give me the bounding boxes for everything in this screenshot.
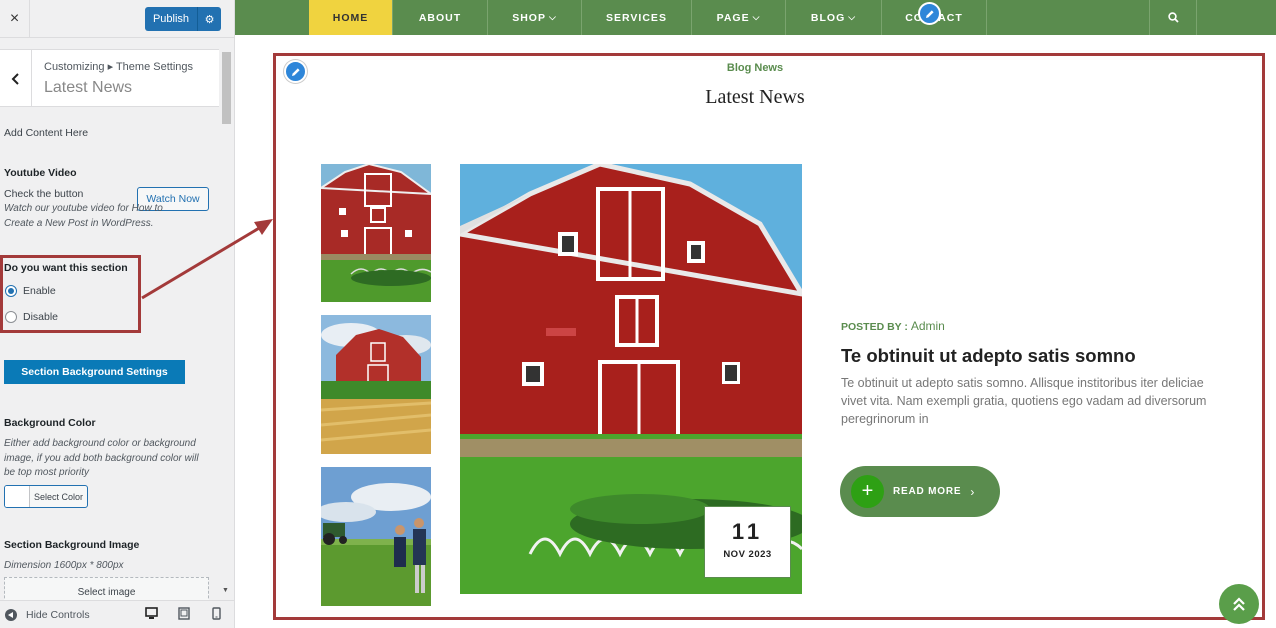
- nav-home[interactable]: HOME: [309, 0, 393, 35]
- customizer-footer: Hide Controls: [0, 600, 234, 628]
- post-date-month: NOV 2023: [723, 549, 772, 560]
- section-background-settings-button[interactable]: Section Background Settings: [4, 360, 185, 384]
- farmers-image: [321, 467, 431, 606]
- plus-icon: +: [851, 475, 884, 508]
- gear-icon: ⚙: [204, 13, 215, 26]
- select-color-label: Select Color: [34, 491, 84, 502]
- barn-field-image: [321, 315, 431, 454]
- scroll-to-top-button[interactable]: [1219, 584, 1259, 624]
- read-more-label: READ MORE: [893, 486, 962, 497]
- highlight-annotation-box: [0, 255, 141, 333]
- search-button[interactable]: [1149, 0, 1197, 35]
- close-customizer-button[interactable]: ×: [0, 0, 30, 38]
- search-icon: [1167, 12, 1179, 23]
- post-author-link[interactable]: Admin: [911, 319, 945, 333]
- desktop-icon[interactable]: [145, 607, 158, 620]
- publish-settings-button[interactable]: ⚙: [197, 7, 221, 31]
- customizer-header: × Publish ⚙: [0, 0, 234, 38]
- nav-services[interactable]: SERVICES: [582, 0, 692, 35]
- post-thumbnail[interactable]: [321, 164, 431, 302]
- pencil-icon: [925, 9, 934, 18]
- chevron-down-icon: ⌵: [848, 12, 857, 22]
- hide-controls-label[interactable]: Hide Controls: [26, 609, 90, 621]
- sidebar-scrollbar[interactable]: ▼: [220, 48, 233, 596]
- publish-button[interactable]: Publish: [145, 7, 197, 31]
- read-more-button[interactable]: + READ MORE ›: [840, 466, 1000, 517]
- double-chevron-up-icon: [1233, 597, 1245, 611]
- scroll-down-icon[interactable]: ▼: [222, 587, 229, 594]
- post-date-day: 11: [731, 519, 764, 544]
- chevron-right-icon: ›: [970, 484, 975, 499]
- nav-about[interactable]: ABOUT: [393, 0, 488, 35]
- post-title[interactable]: Te obtinuit ut adepto satis somno: [841, 345, 1136, 367]
- background-color-heading: Background Color: [4, 417, 96, 429]
- post-excerpt: Te obtinuit ut adepto satis somno. Allis…: [841, 376, 1207, 426]
- post-thumbnail[interactable]: [321, 467, 431, 606]
- hide-controls-icon[interactable]: [5, 608, 17, 621]
- chevron-down-icon: ⌵: [752, 12, 761, 22]
- annotation-arrow: [141, 219, 273, 300]
- youtube-heading: Youtube Video: [4, 167, 77, 179]
- post-date-badge: 11 NOV 2023: [704, 506, 791, 578]
- nav-shop[interactable]: SHOP ⌵: [488, 0, 582, 35]
- post-thumbnail[interactable]: [321, 315, 431, 454]
- site-navigation: HOME ABOUT SHOP⌵ SERVICES PAGE⌵ BLOG⌵ CO…: [235, 0, 1276, 35]
- edit-menu-shortcut[interactable]: [918, 2, 941, 25]
- nav-blog[interactable]: BLOG ⌵: [786, 0, 882, 35]
- background-image-heading: Section Background Image: [4, 539, 140, 551]
- mobile-icon[interactable]: [212, 607, 221, 620]
- close-icon: ×: [9, 10, 20, 27]
- chevron-left-icon: [11, 72, 19, 85]
- nav-page[interactable]: PAGE ⌵: [692, 0, 786, 35]
- dimension-hint: Dimension 1600px * 800px: [4, 560, 124, 571]
- color-swatch: [5, 486, 30, 507]
- add-content-label: Add Content Here: [4, 127, 89, 139]
- barn-image: [321, 164, 431, 302]
- check-button-label: Check the button: [4, 188, 84, 200]
- tablet-icon[interactable]: [178, 607, 190, 620]
- section-subtitle: Blog News: [726, 62, 784, 74]
- post-author-line: POSTED BY : Admin: [841, 319, 945, 333]
- select-color-button[interactable]: Select Color: [4, 485, 88, 508]
- background-color-description: Either add background color or backgroun…: [4, 438, 199, 478]
- section-heading: Latest News: [705, 86, 805, 108]
- posted-by-label: POSTED BY :: [841, 321, 908, 333]
- chevron-down-icon: ⌵: [548, 12, 557, 22]
